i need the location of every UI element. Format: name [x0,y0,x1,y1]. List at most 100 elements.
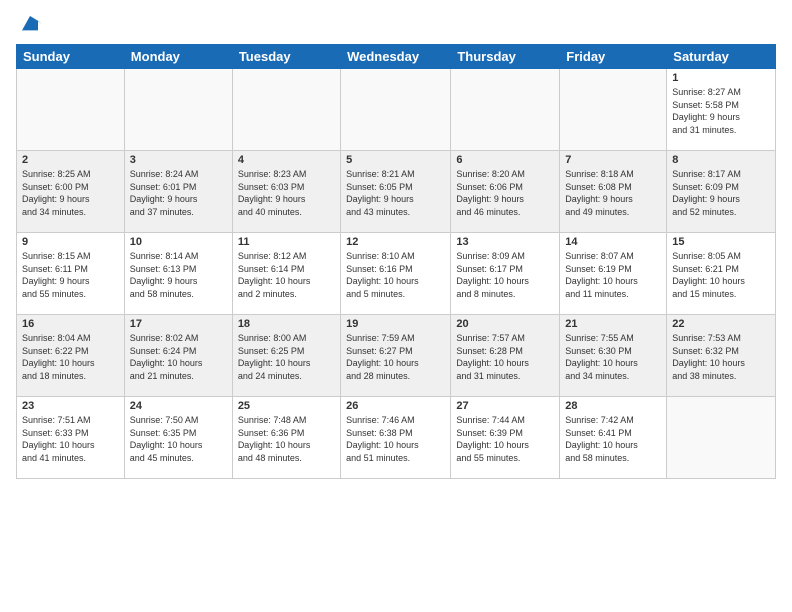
weekday-header: Sunday [17,45,125,69]
calendar-cell: 8 Sunrise: 8:17 AM Sunset: 6:09 PM Daylig… [667,151,776,233]
day-info: Sunrise: 8:18 AM Sunset: 6:08 PM Dayligh… [565,168,661,218]
calendar-cell: 6 Sunrise: 8:20 AM Sunset: 6:06 PM Daylig… [451,151,560,233]
day-number: 18 [238,318,335,330]
calendar-cell: 19 Sunrise: 7:59 AM Sunset: 6:27 PM Dayli… [341,315,451,397]
calendar-cell: 25 Sunrise: 7:48 AM Sunset: 6:36 PM Dayli… [232,397,340,479]
calendar-cell: 12 Sunrise: 8:10 AM Sunset: 6:16 PM Dayli… [341,233,451,315]
day-number: 2 [22,154,119,166]
calendar-cell [17,69,125,151]
day-number: 1 [672,72,770,84]
day-number: 11 [238,236,335,248]
header [16,12,776,36]
weekday-header: Wednesday [341,45,451,69]
day-number: 15 [672,236,770,248]
weekday-header: Saturday [667,45,776,69]
calendar-cell: 23 Sunrise: 7:51 AM Sunset: 6:33 PM Dayli… [17,397,125,479]
day-info: Sunrise: 7:48 AM Sunset: 6:36 PM Dayligh… [238,414,335,464]
calendar-cell: 17 Sunrise: 8:02 AM Sunset: 6:24 PM Dayli… [124,315,232,397]
day-number: 6 [456,154,554,166]
day-info: Sunrise: 8:24 AM Sunset: 6:01 PM Dayligh… [130,168,227,218]
day-info: Sunrise: 8:20 AM Sunset: 6:06 PM Dayligh… [456,168,554,218]
day-number: 5 [346,154,445,166]
day-info: Sunrise: 8:15 AM Sunset: 6:11 PM Dayligh… [22,250,119,300]
calendar: SundayMondayTuesdayWednesdayThursdayFrid… [16,44,776,479]
day-info: Sunrise: 8:27 AM Sunset: 5:58 PM Dayligh… [672,86,770,136]
day-number: 28 [565,400,661,412]
calendar-cell: 7Sunrise: 8:18 AM Sunset: 6:08 PM Daylig… [560,151,667,233]
day-number: 24 [130,400,227,412]
calendar-cell: 26 Sunrise: 7:46 AM Sunset: 6:38 PM Dayli… [341,397,451,479]
day-number: 26 [346,400,445,412]
calendar-cell: 11 Sunrise: 8:12 AM Sunset: 6:14 PM Dayli… [232,233,340,315]
calendar-cell: 28 Sunrise: 7:42 AM Sunset: 6:41 PM Dayli… [560,397,667,479]
day-info: Sunrise: 8:23 AM Sunset: 6:03 PM Dayligh… [238,168,335,218]
day-number: 23 [22,400,119,412]
page: SundayMondayTuesdayWednesdayThursdayFrid… [0,0,792,612]
logo [16,12,42,36]
calendar-week-row: 23 Sunrise: 7:51 AM Sunset: 6:33 PM Dayli… [17,397,776,479]
calendar-cell [341,69,451,151]
calendar-cell: 3 Sunrise: 8:24 AM Sunset: 6:01 PM Daylig… [124,151,232,233]
day-number: 22 [672,318,770,330]
calendar-cell [451,69,560,151]
calendar-cell: 4 Sunrise: 8:23 AM Sunset: 6:03 PM Daylig… [232,151,340,233]
day-number: 17 [130,318,227,330]
weekday-header: Friday [560,45,667,69]
calendar-header-row: SundayMondayTuesdayWednesdayThursdayFrid… [17,45,776,69]
calendar-cell: 13 Sunrise: 8:09 AM Sunset: 6:17 PM Dayli… [451,233,560,315]
calendar-week-row: 1 Sunrise: 8:27 AM Sunset: 5:58 PM Daylig… [17,69,776,151]
day-info: Sunrise: 7:51 AM Sunset: 6:33 PM Dayligh… [22,414,119,464]
day-info: Sunrise: 7:59 AM Sunset: 6:27 PM Dayligh… [346,332,445,382]
calendar-cell [667,397,776,479]
calendar-cell: 5 Sunrise: 8:21 AM Sunset: 6:05 PM Daylig… [341,151,451,233]
day-number: 13 [456,236,554,248]
day-info: Sunrise: 8:04 AM Sunset: 6:22 PM Dayligh… [22,332,119,382]
weekday-header: Thursday [451,45,560,69]
day-number: 27 [456,400,554,412]
day-info: Sunrise: 8:17 AM Sunset: 6:09 PM Dayligh… [672,168,770,218]
day-info: Sunrise: 7:57 AM Sunset: 6:28 PM Dayligh… [456,332,554,382]
calendar-cell: 10 Sunrise: 8:14 AM Sunset: 6:13 PM Dayli… [124,233,232,315]
calendar-week-row: 9 Sunrise: 8:15 AM Sunset: 6:11 PM Daylig… [17,233,776,315]
calendar-cell: 18 Sunrise: 8:00 AM Sunset: 6:25 PM Dayli… [232,315,340,397]
calendar-cell: 27 Sunrise: 7:44 AM Sunset: 6:39 PM Dayli… [451,397,560,479]
day-info: Sunrise: 8:14 AM Sunset: 6:13 PM Dayligh… [130,250,227,300]
logo-icon [18,12,42,36]
day-info: Sunrise: 7:50 AM Sunset: 6:35 PM Dayligh… [130,414,227,464]
day-number: 10 [130,236,227,248]
day-info: Sunrise: 8:10 AM Sunset: 6:16 PM Dayligh… [346,250,445,300]
calendar-cell: 22 Sunrise: 7:53 AM Sunset: 6:32 PM Dayli… [667,315,776,397]
calendar-cell [124,69,232,151]
day-number: 9 [22,236,119,248]
day-number: 21 [565,318,661,330]
day-info: Sunrise: 8:12 AM Sunset: 6:14 PM Dayligh… [238,250,335,300]
day-info: Sunrise: 7:44 AM Sunset: 6:39 PM Dayligh… [456,414,554,464]
calendar-week-row: 2 Sunrise: 8:25 AM Sunset: 6:00 PM Daylig… [17,151,776,233]
day-info: Sunrise: 7:46 AM Sunset: 6:38 PM Dayligh… [346,414,445,464]
calendar-cell: 16 Sunrise: 8:04 AM Sunset: 6:22 PM Dayli… [17,315,125,397]
day-info: Sunrise: 8:02 AM Sunset: 6:24 PM Dayligh… [130,332,227,382]
calendar-cell: 20Sunrise: 7:57 AM Sunset: 6:28 PM Dayli… [451,315,560,397]
day-number: 16 [22,318,119,330]
day-info: Sunrise: 8:05 AM Sunset: 6:21 PM Dayligh… [672,250,770,300]
calendar-cell: 1 Sunrise: 8:27 AM Sunset: 5:58 PM Daylig… [667,69,776,151]
day-number: 12 [346,236,445,248]
day-number: 8 [672,154,770,166]
day-number: 3 [130,154,227,166]
day-info: Sunrise: 7:53 AM Sunset: 6:32 PM Dayligh… [672,332,770,382]
day-info: Sunrise: 7:42 AM Sunset: 6:41 PM Dayligh… [565,414,661,464]
day-info: Sunrise: 8:00 AM Sunset: 6:25 PM Dayligh… [238,332,335,382]
day-info: Sunrise: 8:25 AM Sunset: 6:00 PM Dayligh… [22,168,119,218]
calendar-cell [232,69,340,151]
calendar-cell: 21 Sunrise: 7:55 AM Sunset: 6:30 PM Dayli… [560,315,667,397]
calendar-cell: 14Sunrise: 8:07 AM Sunset: 6:19 PM Dayli… [560,233,667,315]
day-info: Sunrise: 7:55 AM Sunset: 6:30 PM Dayligh… [565,332,661,382]
day-info: Sunrise: 8:07 AM Sunset: 6:19 PM Dayligh… [565,250,661,300]
day-info: Sunrise: 8:09 AM Sunset: 6:17 PM Dayligh… [456,250,554,300]
day-number: 4 [238,154,335,166]
day-number: 19 [346,318,445,330]
calendar-cell: 24 Sunrise: 7:50 AM Sunset: 6:35 PM Dayli… [124,397,232,479]
day-number: 25 [238,400,335,412]
day-info: Sunrise: 8:21 AM Sunset: 6:05 PM Dayligh… [346,168,445,218]
calendar-week-row: 16 Sunrise: 8:04 AM Sunset: 6:22 PM Dayli… [17,315,776,397]
